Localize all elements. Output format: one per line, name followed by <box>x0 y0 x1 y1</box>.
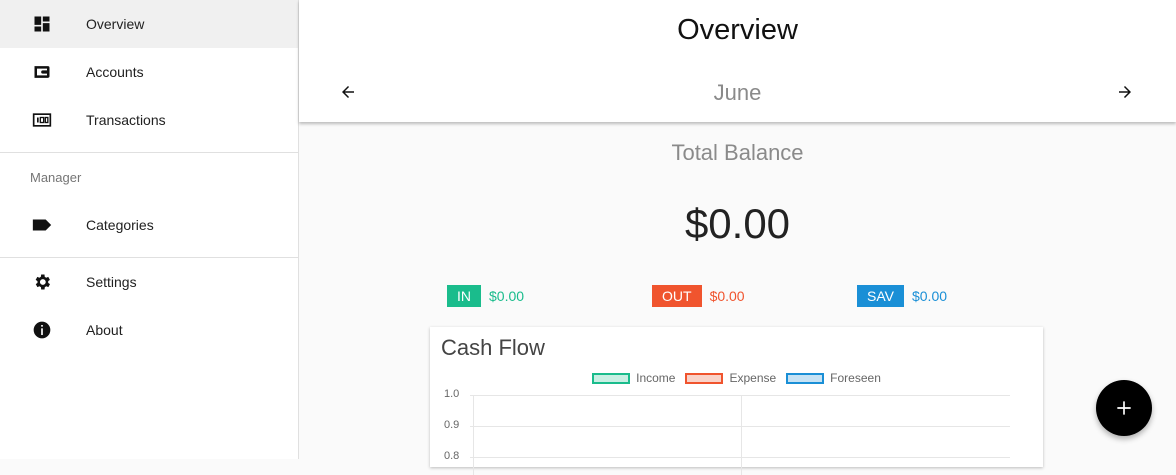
dashboard-icon <box>31 13 53 35</box>
sidebar-item-about[interactable]: About <box>0 306 298 354</box>
y-tick-label: 0.8 <box>444 450 460 462</box>
savings-stat: SAV $0.00 <box>857 285 947 307</box>
income-badge: IN <box>447 285 481 307</box>
expense-stat: OUT $0.00 <box>652 285 745 307</box>
legend-item-expense[interactable]: Expense <box>685 371 776 385</box>
sidebar-item-label: Overview <box>86 16 145 32</box>
expense-badge: OUT <box>652 285 702 307</box>
legend-label: Expense <box>729 371 777 385</box>
sidebar-item-accounts[interactable]: Accounts <box>0 48 298 96</box>
income-value: $0.00 <box>489 288 525 304</box>
label-icon <box>31 214 53 236</box>
app-header: Overview June <box>299 0 1176 122</box>
gridline <box>470 426 1010 427</box>
sidebar-item-label: Accounts <box>86 64 144 80</box>
manager-subheader: Manager <box>30 169 82 185</box>
total-balance-label: Total Balance <box>671 140 804 165</box>
income-stat: IN $0.00 <box>447 285 524 307</box>
gear-icon <box>31 271 53 293</box>
sidebar-item-categories[interactable]: Categories <box>0 201 298 249</box>
legend-swatch <box>685 372 724 384</box>
vertical-gridline <box>741 395 742 475</box>
legend-label: Income <box>636 371 676 385</box>
sidebar: Overview Accounts Transactions Manager C… <box>0 0 299 459</box>
y-tick-label: 0.9 <box>444 419 460 431</box>
total-balance-value: $0.00 <box>684 200 791 247</box>
savings-badge: SAV <box>857 285 904 307</box>
current-month: June <box>713 80 762 105</box>
sidebar-item-label: Settings <box>86 274 137 290</box>
sidebar-item-settings[interactable]: Settings <box>0 258 298 306</box>
y-tick-label: 1.0 <box>444 388 460 400</box>
sidebar-item-label: About <box>86 322 123 338</box>
legend-label: Foreseen <box>830 371 881 385</box>
main-content: Overview June Total Balance $0.00 IN $0.… <box>299 0 1176 475</box>
next-month-button[interactable] <box>1110 78 1140 106</box>
wallet-icon <box>31 61 53 83</box>
sidebar-item-transactions[interactable]: Transactions <box>0 96 298 144</box>
plus-icon <box>1117 401 1131 415</box>
money-icon <box>31 109 53 131</box>
chart-title: Cash Flow <box>441 335 545 360</box>
expense-value: $0.00 <box>709 288 745 304</box>
y-axis-line <box>473 395 474 475</box>
savings-value: $0.00 <box>911 288 948 304</box>
sidebar-item-label: Categories <box>86 217 154 233</box>
info-icon <box>31 319 53 341</box>
legend-item-foreseen[interactable]: Foreseen <box>786 371 881 385</box>
arrow-right-icon <box>1119 86 1131 98</box>
legend-swatch <box>592 372 631 384</box>
gridline <box>470 457 1010 458</box>
gridline <box>470 395 1010 396</box>
legend-item-income[interactable]: Income <box>592 371 675 385</box>
page-title: Overview <box>677 14 798 46</box>
add-transaction-button[interactable] <box>1096 380 1152 436</box>
chart-legend: Income Expense Foreseen <box>430 371 1043 385</box>
sidebar-item-label: Transactions <box>86 112 166 128</box>
sidebar-item-overview[interactable]: Overview <box>0 0 298 48</box>
legend-swatch <box>786 372 825 384</box>
cash-flow-card: Cash Flow Income Expense Foreseen 1.0 0.… <box>430 327 1043 475</box>
